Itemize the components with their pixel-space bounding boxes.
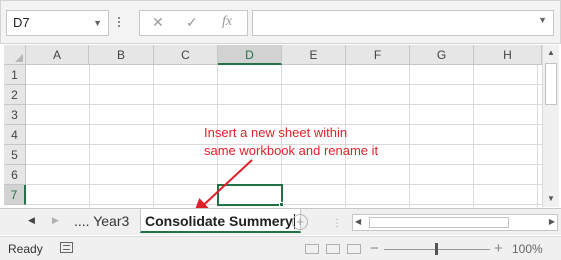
annotation-line-2: same workbook and rename it — [204, 143, 379, 158]
formula-controls: ✕ ✓ fx — [139, 10, 248, 36]
column-header-g[interactable]: G — [410, 45, 474, 65]
row-header-3[interactable]: 3 — [4, 105, 26, 125]
status-bar: Ready − + 100% — [0, 236, 561, 260]
vertical-scroll-thumb[interactable] — [545, 63, 557, 105]
annotation-text: Insert a new sheet within same workbook … — [204, 124, 424, 160]
column-header-b[interactable]: B — [89, 45, 154, 65]
normal-view-icon[interactable] — [305, 244, 319, 254]
page-break-preview-icon[interactable] — [347, 244, 361, 254]
sheet-tab-ellipsis: .... — [74, 213, 90, 229]
scroll-up-icon[interactable]: ▲ — [543, 45, 559, 61]
zoom-out-button[interactable]: − — [370, 240, 379, 257]
formula-bar: D7 ▼ ✕ ✓ fx ▼ — [0, 0, 561, 44]
tab-splitter-icon[interactable]: ⋮ — [332, 218, 343, 229]
previous-sheet-icon[interactable]: ◀ — [28, 215, 35, 226]
expand-formula-icon[interactable]: ▼ — [538, 15, 547, 25]
row-header-2[interactable]: 2 — [4, 85, 26, 105]
name-box[interactable]: D7 ▼ — [6, 10, 109, 36]
horizontal-scrollbar[interactable]: ◀ ▶ — [352, 214, 558, 231]
column-header-d[interactable]: D — [218, 45, 282, 65]
column-header-h[interactable]: H — [474, 45, 542, 65]
row-header-5[interactable]: 5 — [4, 145, 26, 165]
active-cell-d7[interactable] — [217, 184, 283, 206]
column-header-e[interactable]: E — [282, 45, 346, 65]
horizontal-scroll-thumb[interactable] — [369, 217, 509, 228]
next-sheet-icon[interactable]: ▶ — [52, 215, 59, 226]
fill-handle[interactable] — [279, 202, 284, 207]
scroll-down-icon[interactable]: ▼ — [543, 191, 559, 207]
row-header-4[interactable]: 4 — [4, 125, 26, 145]
drag-handle-icon[interactable] — [118, 15, 126, 31]
column-header-f[interactable]: F — [346, 45, 410, 65]
sheet-tab-bar: ◀ ▶ .... Year3 Consolidate Summery + ⋮ ◀… — [0, 208, 561, 235]
sheet-tab-year3[interactable]: .... Year3 — [74, 213, 129, 229]
select-all-button[interactable] — [4, 45, 26, 65]
row-header-1[interactable]: 1 — [4, 65, 26, 85]
zoom-slider-thumb[interactable] — [435, 243, 438, 255]
macro-recorder-icon[interactable] — [60, 242, 73, 253]
cancel-icon[interactable]: ✕ — [152, 14, 164, 31]
formula-input[interactable]: ▼ — [252, 10, 554, 36]
column-header-a[interactable]: A — [26, 45, 89, 65]
column-header-c[interactable]: C — [154, 45, 218, 65]
insert-function-icon[interactable]: fx — [222, 14, 232, 30]
sheet-tab-consolidate-summery[interactable]: Consolidate Summery — [140, 209, 301, 233]
chevron-down-icon[interactable]: ▼ — [93, 11, 102, 35]
status-ready: Ready — [8, 242, 43, 256]
row-header-7[interactable]: 7 — [4, 185, 26, 205]
name-box-value: D7 — [13, 15, 30, 30]
enter-icon[interactable]: ✓ — [186, 14, 198, 31]
row-header-6[interactable]: 6 — [4, 165, 26, 185]
page-layout-icon[interactable] — [326, 244, 340, 254]
sheet-tab-year3-label: Year3 — [93, 213, 130, 229]
sheet-tab-rename-input[interactable]: Consolidate Summery — [145, 213, 293, 229]
vertical-scrollbar[interactable]: ▲ ▼ — [542, 45, 559, 207]
zoom-level[interactable]: 100% — [512, 242, 543, 256]
scroll-left-icon[interactable]: ◀ — [355, 217, 361, 226]
annotation-line-1: Insert a new sheet within — [204, 125, 348, 140]
zoom-in-button[interactable]: + — [494, 240, 503, 257]
scroll-right-icon[interactable]: ▶ — [549, 217, 555, 226]
new-sheet-button[interactable]: + — [292, 214, 308, 230]
